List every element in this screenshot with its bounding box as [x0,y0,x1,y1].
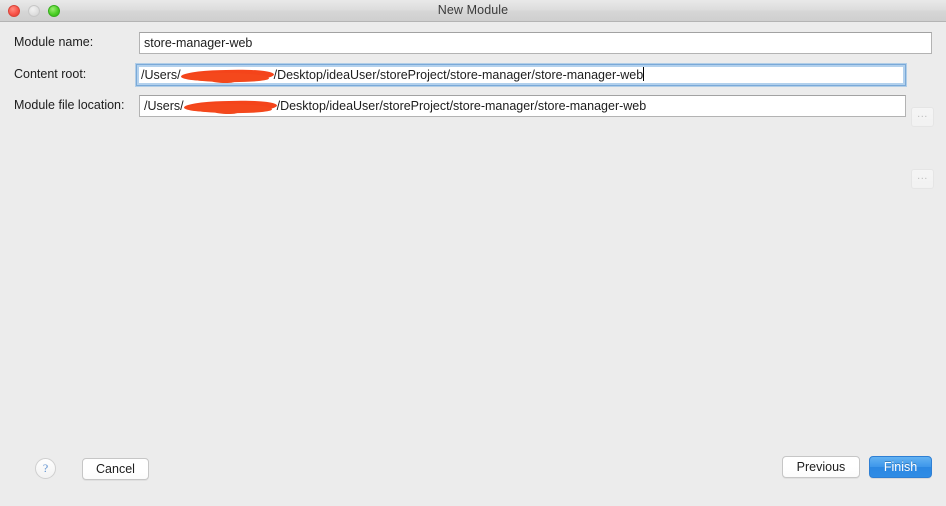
module-file-path-suffix: /Desktop/ideaUser/storeProject/store-man… [276,99,647,113]
previous-button[interactable]: Previous [782,456,860,478]
text-caret [643,67,645,81]
module-name-input[interactable]: store-manager-web [139,32,932,54]
redaction-mark [184,100,277,114]
cancel-button[interactable]: Cancel [82,458,149,480]
form-area: Module name: store-manager-web Content r… [0,22,946,506]
module-file-location-label: Module file location: [14,98,125,112]
window-title: New Module [437,3,509,17]
dialog-footer: ? Cancel Previous Finish [0,446,946,506]
module-name-label: Module name: [14,35,94,49]
new-module-dialog: New Module Module name: store-manager-we… [0,0,946,506]
help-button[interactable]: ? [35,458,56,479]
module-file-location-input[interactable]: /Users/ /Desktop/ideaUser/storeProject/s… [139,95,906,117]
content-root-row: Content root: /Users/ /Desktop/ideaUser/… [0,64,946,127]
content-root-input[interactable]: /Users/ /Desktop/ideaUser/storeProject/s… [136,64,906,86]
content-root-path-suffix: /Desktop/ideaUser/storeProject/store-man… [273,68,644,82]
module-file-location-row: Module file location: /Users/ /Desktop/i… [0,95,946,189]
content-root-label: Content root: [14,67,87,81]
module-name-value: store-manager-web [144,36,253,50]
module-file-location-browse-button[interactable]: ... [911,169,934,189]
redaction-mark [181,69,274,83]
content-root-path-prefix: /Users/ [141,68,181,82]
ellipsis-icon: ... [917,170,928,182]
finish-button[interactable]: Finish [869,456,932,478]
titlebar: New Module [0,0,946,22]
module-file-path-prefix: /Users/ [144,99,184,113]
module-name-row: Module name: store-manager-web [0,32,946,54]
